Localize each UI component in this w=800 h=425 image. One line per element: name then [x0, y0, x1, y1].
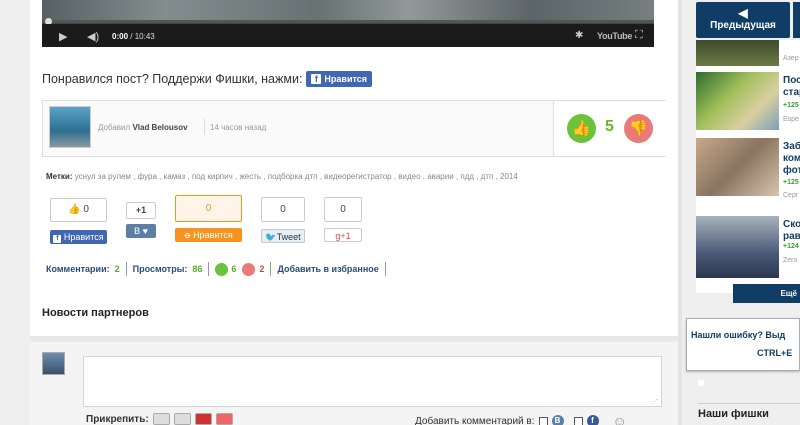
- facebook-icon: f: [586, 415, 599, 425]
- googleplus-share-button[interactable]: g+1: [324, 228, 362, 242]
- video-player[interactable]: ▶ ◀) 0:00 / 10:43 ✱ YouTube ⛶: [42, 0, 654, 47]
- news-image[interactable]: [696, 216, 779, 278]
- add-to-favorites-link[interactable]: Добавить в избранное: [277, 264, 378, 274]
- demotivator-icon[interactable]: [194, 413, 212, 425]
- separator: [270, 262, 272, 276]
- thumb-up-icon[interactable]: 👍: [567, 114, 596, 143]
- tags-list[interactable]: уснул за рулем , фура , камаз , под кирп…: [75, 172, 518, 181]
- vk-checkbox[interactable]: [538, 416, 548, 425]
- news-source: Espe: [783, 116, 799, 123]
- facebook-share-button[interactable]: f Нравится: [50, 230, 107, 244]
- our-features-title: Наши фишки: [698, 408, 769, 420]
- video-icon[interactable]: [173, 413, 191, 425]
- video-progress-track[interactable]: [42, 20, 654, 23]
- like-prompt: Понравился пост? Поддержи Фишки, нажми: …: [42, 71, 373, 87]
- ok-count: 0: [175, 195, 242, 222]
- facebook-like-button[interactable]: f Нравится: [306, 71, 373, 87]
- post-time: 14 часов назад: [210, 123, 267, 132]
- draw-icon[interactable]: [215, 413, 233, 425]
- error-report-shortcut: CTRL+E: [757, 348, 793, 358]
- add-comment-to: Добавить комментарий в: B f ☺: [415, 413, 627, 425]
- video-time: 0:00 / 10:43: [112, 32, 155, 41]
- fullscreen-icon[interactable]: ⛶: [635, 29, 643, 42]
- youtube-logo[interactable]: YouTube: [597, 31, 632, 41]
- divider: [698, 403, 800, 404]
- news-title[interactable]: Ско рав: [783, 219, 800, 243]
- attach-label: Прикрепить:: [86, 413, 149, 425]
- twitter-share-button[interactable]: 🐦Tweet: [261, 229, 305, 243]
- attach-bar: Прикрепить:: [86, 413, 233, 425]
- news-source: Серг: [783, 192, 799, 199]
- news-count: +125: [783, 102, 799, 109]
- tags: Метки: уснул за рулем , фура , камаз , п…: [46, 172, 518, 181]
- thumb-down-icon[interactable]: 👎: [624, 114, 653, 143]
- error-report-text: Нашли ошибку? Выд: [691, 330, 786, 340]
- resize-handle[interactable]: ⋰: [651, 398, 658, 406]
- column-divider: [678, 0, 682, 425]
- rating-box: 👍 5 👎: [553, 101, 667, 156]
- facebook-checkbox[interactable]: [573, 416, 583, 425]
- tags-label: Метки:: [46, 172, 73, 181]
- vk-count: +1: [126, 202, 156, 219]
- post-stats: Комментарии: 2 Просмотры: 86 6 2 Добавит…: [46, 262, 392, 276]
- post-thumbnail[interactable]: [49, 106, 91, 148]
- views-count: 86: [192, 264, 203, 274]
- separator: [125, 262, 127, 276]
- news-count: +125: [783, 179, 799, 186]
- dislikes-count: 2: [259, 264, 265, 274]
- news-title[interactable]: Заб ком фот: [783, 141, 800, 177]
- news-source: Zero: [783, 257, 798, 264]
- partners-title: Новости партнеров: [42, 307, 149, 319]
- news-image[interactable]: [696, 138, 779, 196]
- views-label: Просмотры:: [132, 264, 188, 274]
- like-icon[interactable]: [215, 262, 229, 276]
- avatar: [42, 352, 65, 375]
- more-button[interactable]: Ещё: [733, 284, 800, 303]
- previous-button[interactable]: ◀ Предыдущая: [696, 2, 790, 38]
- partner-news-list: Азер Пос стар +125 Espe Заб ком фот +125…: [696, 40, 800, 293]
- comments-label[interactable]: Комментарии:: [46, 264, 110, 274]
- news-title[interactable]: Пос стар: [783, 75, 800, 99]
- decoration: [698, 380, 704, 386]
- volume-icon[interactable]: ◀): [87, 30, 99, 43]
- author-line: Добавил Vlad Belousov: [98, 123, 188, 132]
- video-frame: [42, 0, 654, 22]
- next-button[interactable]: [793, 2, 800, 38]
- likes-count: 6: [231, 264, 237, 274]
- ok-share-button[interactable]: ꝋ Нравится: [175, 228, 242, 242]
- facebook-count: 👍 0: [50, 198, 107, 222]
- error-report-box: Нашли ошибку? Выд CTRL+E: [686, 318, 800, 371]
- vk-icon: B: [551, 415, 564, 425]
- separator: [384, 262, 386, 276]
- googleplus-count: 0: [324, 197, 362, 222]
- dislike-icon[interactable]: [242, 262, 256, 276]
- camera-icon[interactable]: [152, 413, 170, 425]
- rating-value: 5: [605, 118, 614, 135]
- news-source: Азер: [783, 55, 799, 62]
- news-image[interactable]: [696, 40, 779, 66]
- play-icon[interactable]: ▶: [59, 30, 67, 43]
- news-image[interactable]: [696, 72, 779, 130]
- separator: [208, 262, 210, 276]
- separator: [204, 119, 205, 135]
- vk-share-button[interactable]: В ♥: [126, 224, 156, 238]
- twitter-count: 0: [261, 197, 305, 222]
- settings-icon[interactable]: ✱: [575, 30, 583, 41]
- comments-count: 2: [114, 264, 120, 274]
- author-name[interactable]: Vlad Belousov: [132, 123, 187, 132]
- arrow-left-icon: ◀: [738, 6, 748, 20]
- emoji-icon[interactable]: ☺: [613, 413, 627, 425]
- like-prompt-text: Понравился пост? Поддержи Фишки, нажми:: [42, 72, 303, 86]
- news-count: +124: [783, 243, 799, 250]
- comment-textarea[interactable]: ⋰: [83, 356, 662, 407]
- author-box: Добавил Vlad Belousov 14 часов назад 👍 5…: [42, 100, 667, 157]
- add-comment-label: Добавить комментарий в:: [415, 415, 535, 425]
- facebook-icon: f: [311, 74, 322, 84]
- page: ▶ ◀) 0:00 / 10:43 ✱ YouTube ⛶ Понравился…: [0, 0, 800, 425]
